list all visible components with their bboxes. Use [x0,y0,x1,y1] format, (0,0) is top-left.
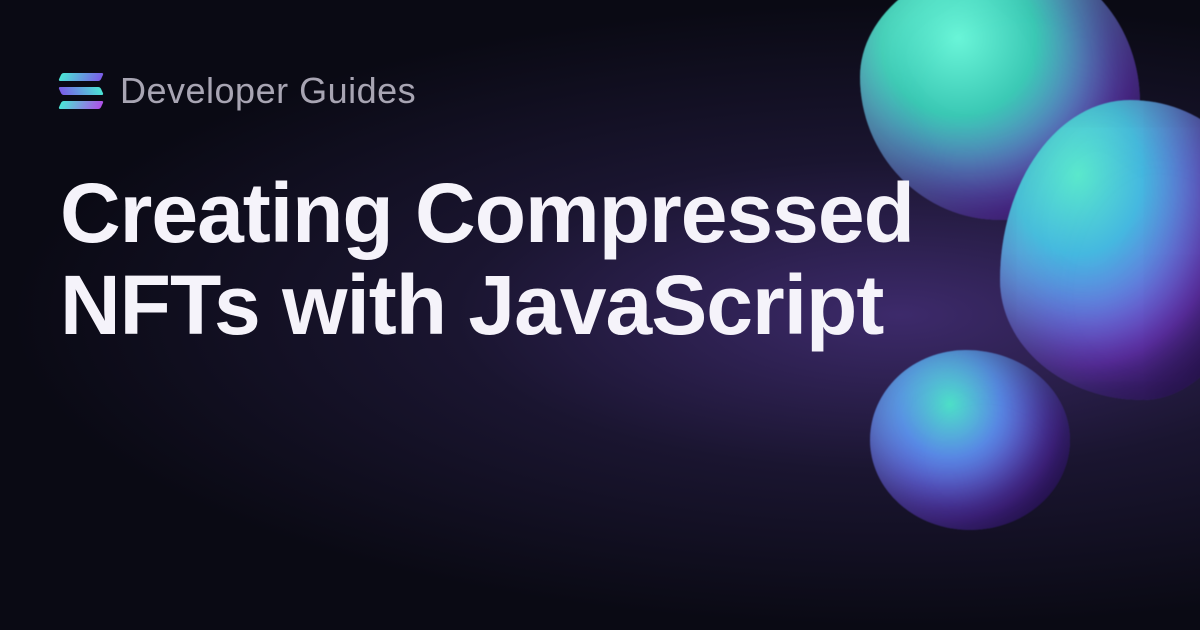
section-label: Developer Guides [120,70,416,112]
content-container: Developer Guides Creating Compressed NFT… [0,0,1200,630]
page-title: Creating Compressed NFTs with JavaScript [60,167,1010,352]
header: Developer Guides [60,70,1140,112]
solana-logo-icon [60,73,102,109]
